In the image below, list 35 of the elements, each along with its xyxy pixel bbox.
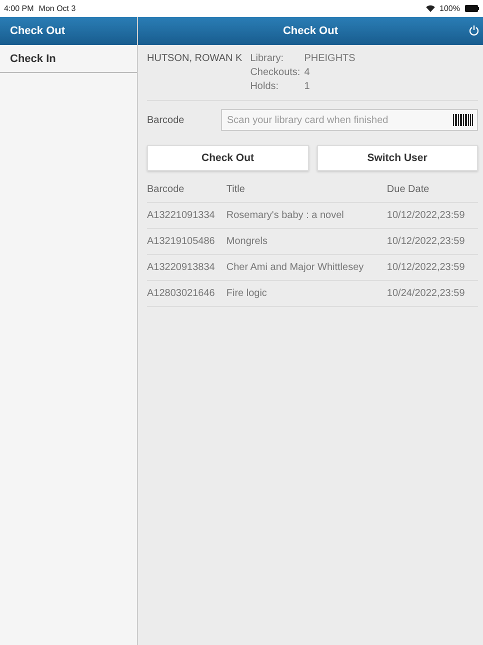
barcode-icon[interactable]: [453, 114, 473, 126]
detail-value: PHEIGHTS: [304, 53, 356, 64]
detail-value: 4: [304, 67, 311, 78]
table-cell: 10/24/2022,23:59: [386, 280, 478, 306]
header-title: Check Out: [282, 25, 338, 37]
table-cell: 10/12/2022,23:59: [386, 254, 478, 280]
table-cell: Mongrels: [226, 228, 387, 254]
table-cell: 10/12/2022,23:59: [386, 202, 478, 228]
detail-value: 1: [304, 81, 311, 92]
power-icon[interactable]: [469, 25, 479, 36]
status-time: 4:00 PM: [4, 4, 34, 13]
battery-icon: [465, 5, 479, 12]
table-cell: A13220913834: [147, 254, 226, 280]
table-cell: Cher Ami and Major Whittlesey: [226, 254, 387, 280]
table-cell: A13219105486: [147, 228, 226, 254]
detail-label: Checkouts:: [250, 67, 300, 78]
column-header: Due Date: [386, 177, 478, 202]
detail-label: Holds:: [250, 81, 280, 92]
table-cell: A13221091334: [147, 202, 226, 228]
column-header: Title: [226, 177, 387, 202]
table-cell: A12803021646: [147, 280, 226, 306]
barcode-field[interactable]: Scan your library card when finished: [221, 109, 478, 131]
sidebar-item[interactable]: Check Out: [0, 17, 137, 45]
patron-name: HUTSON, ROWAN K: [147, 53, 242, 66]
detail-label: Library:: [250, 53, 285, 64]
table-cell: Rosemary's baby : a novel: [226, 202, 387, 228]
barcode-label: Barcode: [147, 114, 186, 126]
status-date: Mon Oct 3: [38, 4, 76, 13]
battery-percent: 100%: [440, 4, 460, 13]
column-header: Barcode: [147, 177, 226, 202]
action-button[interactable]: Switch User: [316, 145, 478, 171]
action-button[interactable]: Check Out: [147, 145, 308, 171]
table-cell: Fire logic: [226, 280, 387, 306]
wifi-icon: [426, 5, 435, 12]
table-cell: 10/12/2022,23:59: [386, 228, 478, 254]
